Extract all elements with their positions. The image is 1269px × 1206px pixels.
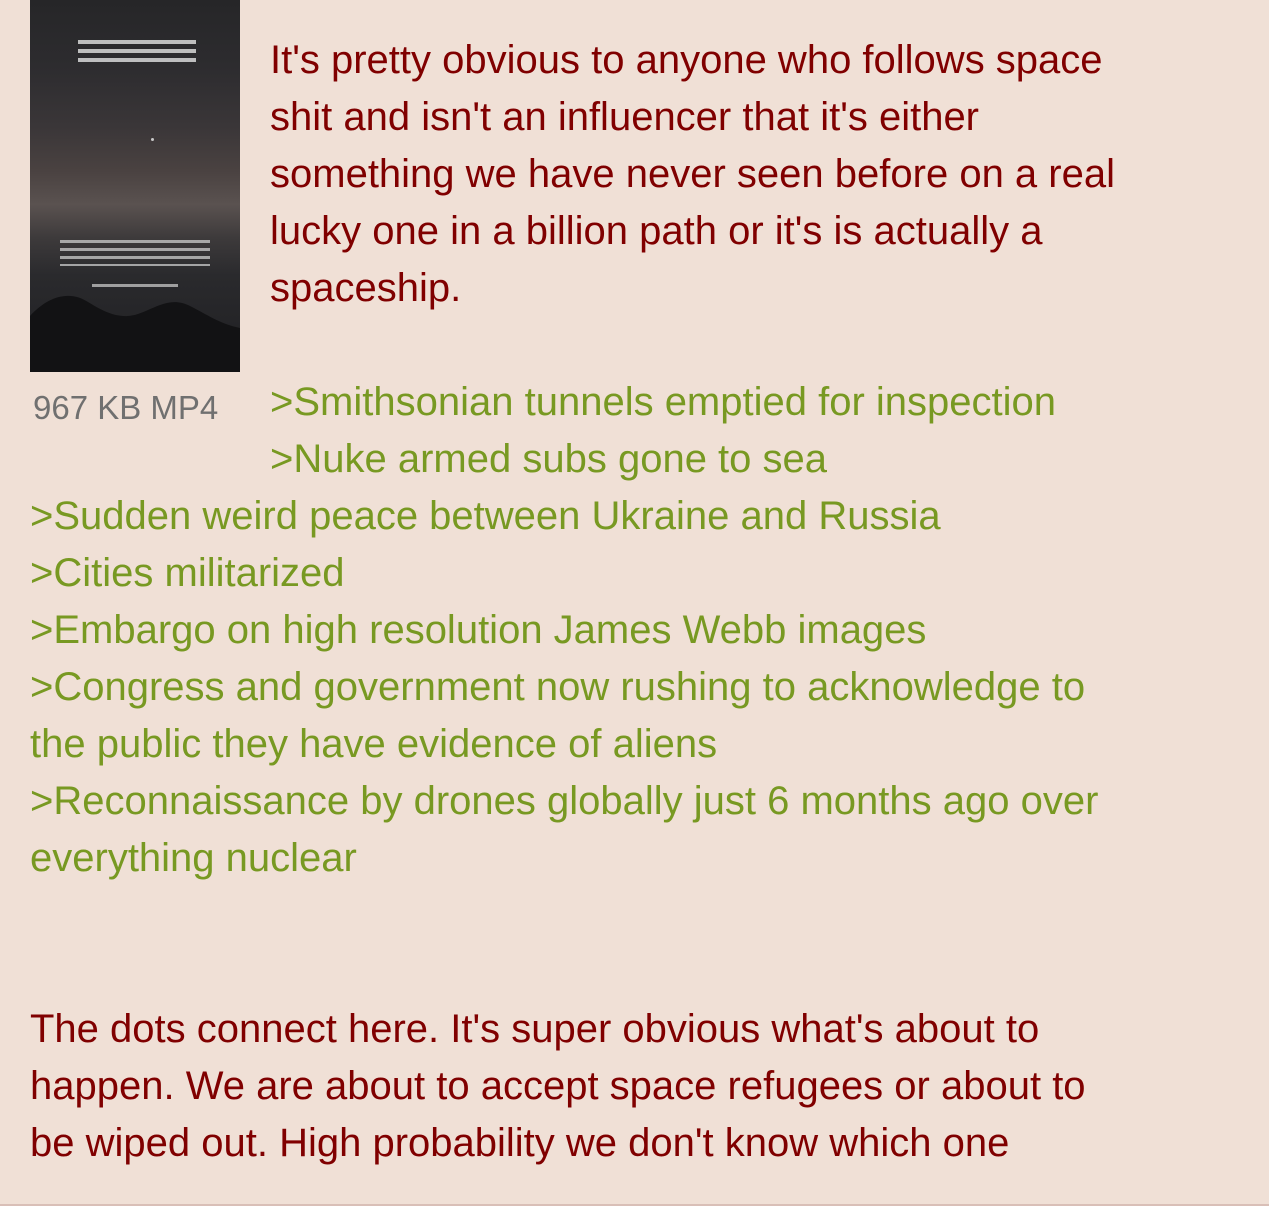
post: 967 KB MP4 It's pretty obvious to anyone… xyxy=(0,0,1269,1206)
thumbnail-hill-silhouette xyxy=(30,295,240,372)
post-text-line: It's pretty obvious to anyone who follow… xyxy=(270,38,1103,82)
post-text-line: be wiped out. High probability we don't … xyxy=(30,1121,1010,1165)
post-text-line: The dots connect here. It's super obviou… xyxy=(30,1007,1040,1051)
thumbnail-caption-middle xyxy=(60,240,210,266)
greentext-line: >Smithsonian tunnels emptied for inspect… xyxy=(270,380,1057,424)
greentext-line: everything nuclear xyxy=(30,836,357,880)
greentext-line: >Embargo on high resolution James Webb i… xyxy=(30,608,927,652)
greentext-line: >Reconnaissance by drones globally just … xyxy=(30,779,1099,823)
post-text-line: something we have never seen before on a… xyxy=(270,152,1115,196)
greentext-line: the public they have evidence of aliens xyxy=(30,722,718,766)
file-info[interactable]: 967 KB MP4 xyxy=(33,388,218,428)
thumbnail-caption-top xyxy=(78,40,196,66)
greentext-line: >Cities militarized xyxy=(30,551,345,595)
post-text-line: happen. We are about to accept space ref… xyxy=(30,1064,1086,1108)
greentext-line: >Congress and government now rushing to … xyxy=(30,665,1086,709)
post-text-line: spaceship. xyxy=(270,266,462,310)
post-text-line: shit and isn't an influencer that it's e… xyxy=(270,95,980,139)
post-text-line: lucky one in a billion path or it's is a… xyxy=(270,209,1043,253)
greentext-line: >Nuke armed subs gone to sea xyxy=(270,437,828,481)
greentext-line: >Sudden weird peace between Ukraine and … xyxy=(30,494,941,538)
video-thumbnail[interactable] xyxy=(30,0,240,372)
thumbnail-light-dot xyxy=(151,138,154,141)
